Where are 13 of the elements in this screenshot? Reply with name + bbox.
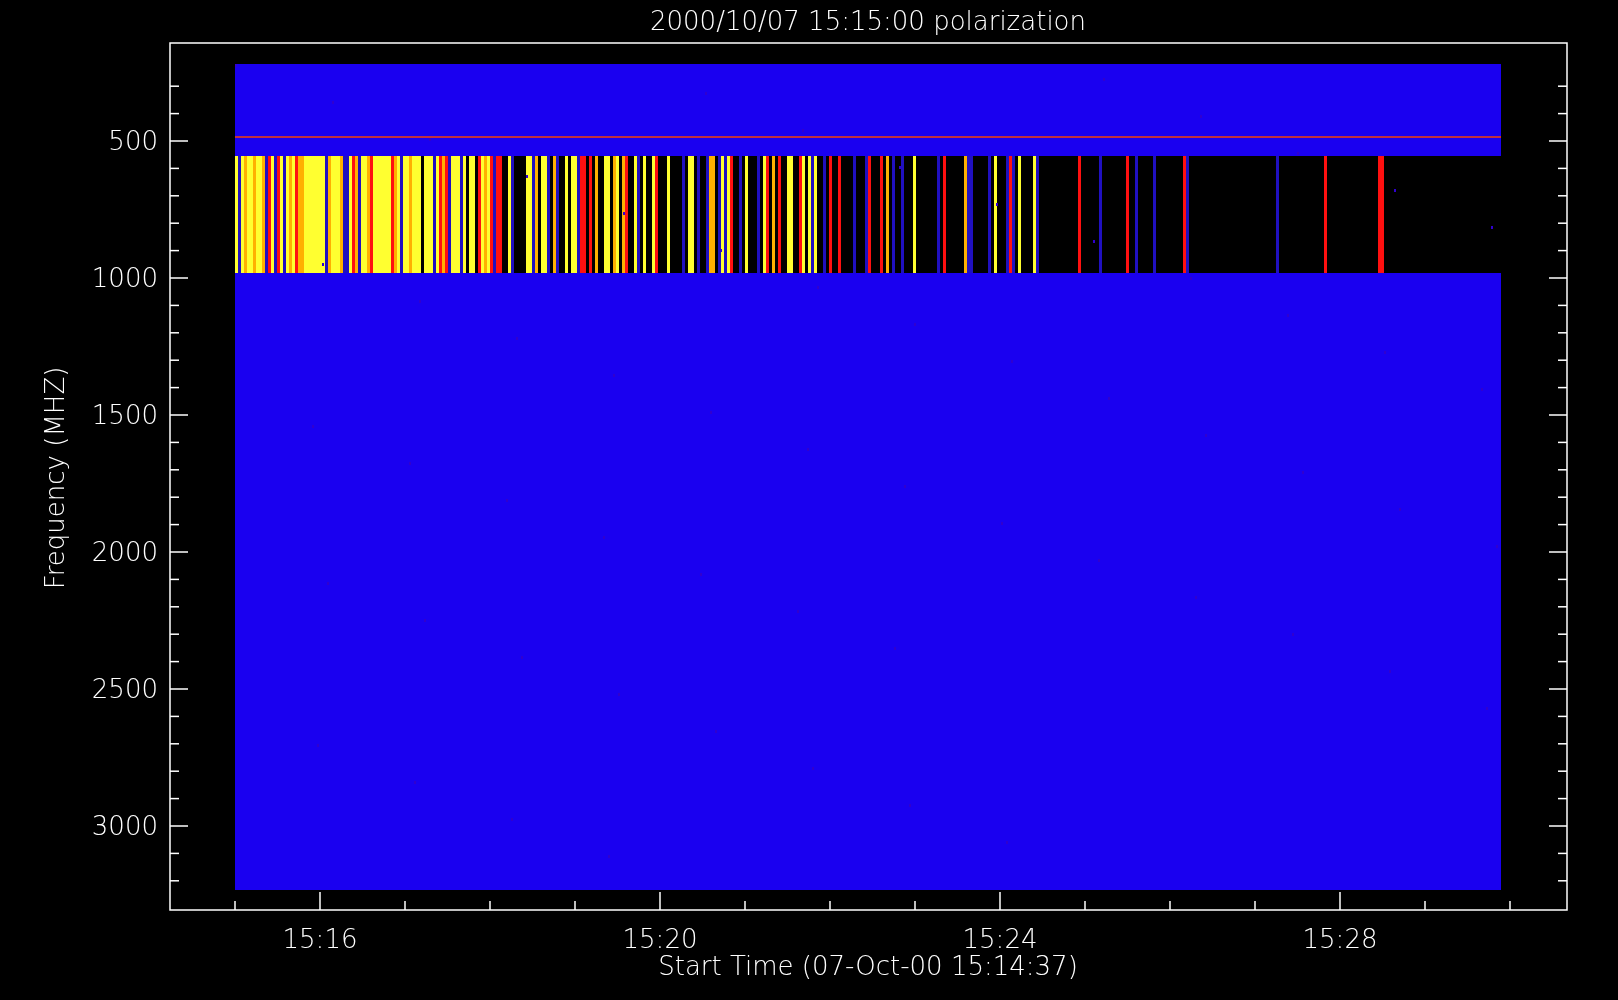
y-tick-label: 2000 — [91, 537, 158, 567]
x-axis-title: Start Time (07-Oct-00 15:14:37) — [658, 951, 1078, 981]
x-tick-label: 15:16 — [282, 924, 358, 954]
y-tick-label: 3000 — [91, 811, 158, 841]
y-tick-label: 1000 — [91, 263, 158, 293]
y-tick-label: 2500 — [91, 674, 158, 704]
y-tick-label: 500 — [108, 126, 158, 156]
x-tick-label: 15:20 — [622, 924, 698, 954]
chart-title: 2000/10/07 15:15:00 polarization — [650, 6, 1086, 36]
x-tick-label: 15:28 — [1302, 924, 1378, 954]
y-axis-title: Frequency (MHZ) — [40, 366, 70, 590]
y-tick-label: 1500 — [91, 400, 158, 430]
x-tick-label: 15:24 — [962, 924, 1038, 954]
